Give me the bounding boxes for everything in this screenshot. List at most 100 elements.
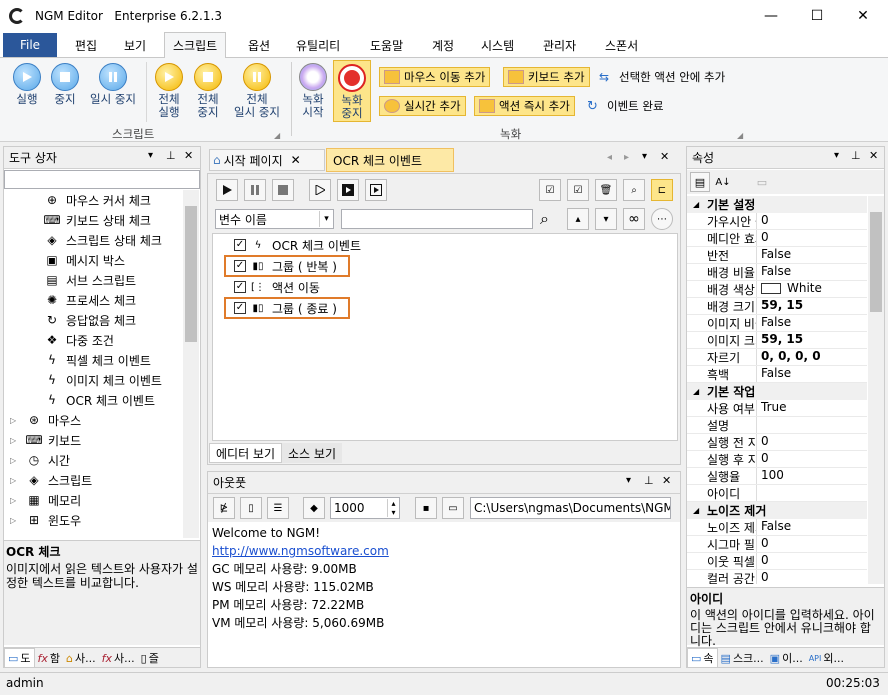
find-icon[interactable]: ⌕ xyxy=(540,209,549,229)
search-button[interactable]: ⌕ xyxy=(623,179,645,201)
property-row[interactable]: 노이즈 제거 False xyxy=(687,519,867,536)
tab-functions[interactable]: fx 함 xyxy=(35,648,64,668)
expand-arrow-icon[interactable]: ▷ xyxy=(10,516,22,525)
output-font-size-input[interactable]: 1000 ▴ ▾ xyxy=(330,497,400,519)
editor-run-selected-button[interactable] xyxy=(337,179,359,201)
property-value[interactable]: 0, 0, 0, 0 xyxy=(757,349,821,365)
pause-button[interactable]: 일시 중지 xyxy=(86,63,140,106)
editor-pause-button[interactable] xyxy=(244,179,266,201)
property-row[interactable]: 실행 전 지연 0 xyxy=(687,434,867,451)
tab-scroll-left-icon[interactable]: ◂ xyxy=(607,152,612,163)
property-value[interactable]: 0 xyxy=(757,536,769,552)
add-mouse-move-button[interactable]: 마우스 이동 추가 xyxy=(379,67,491,87)
run-all-button[interactable]: 전체 실행 xyxy=(153,63,185,119)
menu-utility[interactable]: 유틸리티 xyxy=(296,32,340,58)
property-value[interactable]: 0 xyxy=(757,570,769,584)
sort-az-button[interactable]: A↓ xyxy=(713,172,733,192)
property-row[interactable]: 가우시안 블 0 xyxy=(687,213,867,230)
close-window-button[interactable]: ✕ xyxy=(840,0,886,32)
output-open-folder-button[interactable]: ▭ xyxy=(442,497,464,519)
toolbox-group[interactable]: ▷ ◈ 스크립트 xyxy=(10,470,180,490)
maximize-button[interactable]: ☐ xyxy=(794,0,840,32)
property-row[interactable]: 이미지 비율 False xyxy=(687,315,867,332)
toolbox-item[interactable]: ϟ 이미지 체크 이벤트 xyxy=(44,370,184,390)
add-action-now-button[interactable]: 액션 즉시 추가 xyxy=(474,96,575,116)
property-value[interactable]: 0 xyxy=(757,230,769,246)
editor-close-icon[interactable]: ✕ xyxy=(660,150,669,163)
editor-run-from-button[interactable] xyxy=(365,179,387,201)
expand-arrow-icon[interactable]: ▷ xyxy=(10,436,22,445)
output-clear-button[interactable]: ⋭ xyxy=(213,497,235,519)
toolbox-group[interactable]: ▷ ◷ 시간 xyxy=(10,450,180,470)
record-group-launcher-icon[interactable]: ◢ xyxy=(737,131,743,140)
toolbox-item[interactable]: ϟ 픽셀 체크 이벤트 xyxy=(44,350,184,370)
tab-list-icon[interactable]: ▾ xyxy=(642,151,647,162)
output-erase-button[interactable]: ◆ xyxy=(303,497,325,519)
script-tree-node[interactable]: ✓ ▮▯ 그룹 ( 종료 ) xyxy=(224,297,350,319)
pause-all-button[interactable]: 전체 일시 중지 xyxy=(229,63,285,119)
event-done-button[interactable]: ↻ 이벤트 완료 xyxy=(587,96,664,116)
property-value[interactable]: False xyxy=(757,519,791,535)
property-pages-button[interactable]: ▭ xyxy=(752,172,772,192)
script-tree-node[interactable]: ✓ ϟ OCR 체크 이벤트 xyxy=(224,235,664,255)
properties-close-icon[interactable]: ✕ xyxy=(869,149,878,162)
property-row[interactable]: 흑백 False xyxy=(687,366,867,383)
property-row[interactable]: ›자르기0, 0, 0, 0 xyxy=(687,349,867,366)
node-checkbox[interactable]: ✓ xyxy=(234,302,246,314)
toolbox-scroll-thumb[interactable] xyxy=(185,206,197,342)
property-row[interactable]: 시그마 필터 0 xyxy=(687,536,867,553)
tab-properties[interactable]: ▭ 속 xyxy=(687,648,718,668)
property-row[interactable]: 사용 여부 True xyxy=(687,400,867,417)
toolbox-group[interactable]: ▷ ▦ 메모리 xyxy=(10,490,180,510)
property-category[interactable]: ◢ 기본 작업 xyxy=(687,383,867,400)
toolbox-search-input[interactable] xyxy=(4,170,200,189)
output-dropdown-icon[interactable]: ▾ xyxy=(626,475,631,486)
output-save-button[interactable]: ▪ xyxy=(415,497,437,519)
property-value[interactable]: 59, 15 xyxy=(757,332,803,348)
collapse-arrow-icon[interactable]: ◢ xyxy=(693,200,699,209)
delete-button[interactable]: 🗑 xyxy=(595,179,617,201)
toolbox-item[interactable]: ▣ 메시지 박스 xyxy=(44,250,184,270)
toolbox-item[interactable]: ❖ 다중 조건 xyxy=(44,330,184,350)
menu-help[interactable]: 도움말 xyxy=(370,32,403,58)
property-value[interactable]: White xyxy=(757,281,822,297)
toolbox-group[interactable]: ▷ ⊛ 마우스 xyxy=(10,410,180,430)
menu-view[interactable]: 보기 xyxy=(124,32,146,58)
toolbox-item[interactable]: ↻ 응답없음 체크 xyxy=(44,310,184,330)
property-row[interactable]: ›이미지 크기59, 15 xyxy=(687,332,867,349)
find-next-button[interactable]: ▾ xyxy=(595,208,617,230)
expand-arrow-icon[interactable]: ▷ xyxy=(10,456,22,465)
output-wrap-button[interactable]: ☰ xyxy=(267,497,289,519)
tab-script-list[interactable]: ▤ 스크... xyxy=(718,648,767,668)
collapse-arrow-icon[interactable]: ◢ xyxy=(693,506,699,515)
add-realtime-button[interactable]: 실시간 추가 xyxy=(379,96,466,116)
property-value[interactable] xyxy=(757,485,761,501)
toolbox-item[interactable]: ✺ 프로세스 체크 xyxy=(44,290,184,310)
toolbox-group[interactable]: ▷ ⊞ 윈도우 xyxy=(10,510,180,530)
menu-edit[interactable]: 편집 xyxy=(75,32,97,58)
property-value[interactable]: False xyxy=(757,247,791,263)
property-value[interactable]: 0 xyxy=(757,451,769,467)
property-value[interactable]: False xyxy=(757,366,791,382)
variable-name-select[interactable]: 변수 이름 ▾ xyxy=(215,209,334,229)
menu-sponsor[interactable]: 스폰서 xyxy=(605,32,638,58)
editor-search-input[interactable] xyxy=(341,209,533,229)
categorized-button[interactable]: ▤ xyxy=(690,172,710,192)
property-row[interactable]: 아이디 xyxy=(687,485,867,502)
tab-user-1[interactable]: ⌂ 사... xyxy=(63,648,99,668)
node-checkbox[interactable]: ✓ xyxy=(234,239,246,251)
properties-pin-icon[interactable]: ⊥ xyxy=(851,149,861,162)
tab-scroll-right-icon[interactable]: ▸ xyxy=(624,152,629,163)
properties-scrollbar[interactable] xyxy=(868,196,884,584)
spinner-icon[interactable]: ▴ ▾ xyxy=(387,499,399,517)
property-row[interactable]: 메디안 효과 0 xyxy=(687,230,867,247)
script-group-launcher-icon[interactable]: ◢ xyxy=(274,131,280,140)
check-selected-button[interactable]: ☑ xyxy=(567,179,589,201)
add-keyboard-button[interactable]: 키보드 추가 xyxy=(503,67,590,87)
menu-admin[interactable]: 관리자 xyxy=(543,32,576,58)
tab-favorites[interactable]: ▯ 즐 xyxy=(138,648,162,668)
property-row[interactable]: 배경 색상 White xyxy=(687,281,867,298)
menu-options[interactable]: 옵션 xyxy=(248,32,270,58)
node-checkbox[interactable]: ✓ xyxy=(234,281,246,293)
expand-arrow-icon[interactable]: ▷ xyxy=(10,476,22,485)
